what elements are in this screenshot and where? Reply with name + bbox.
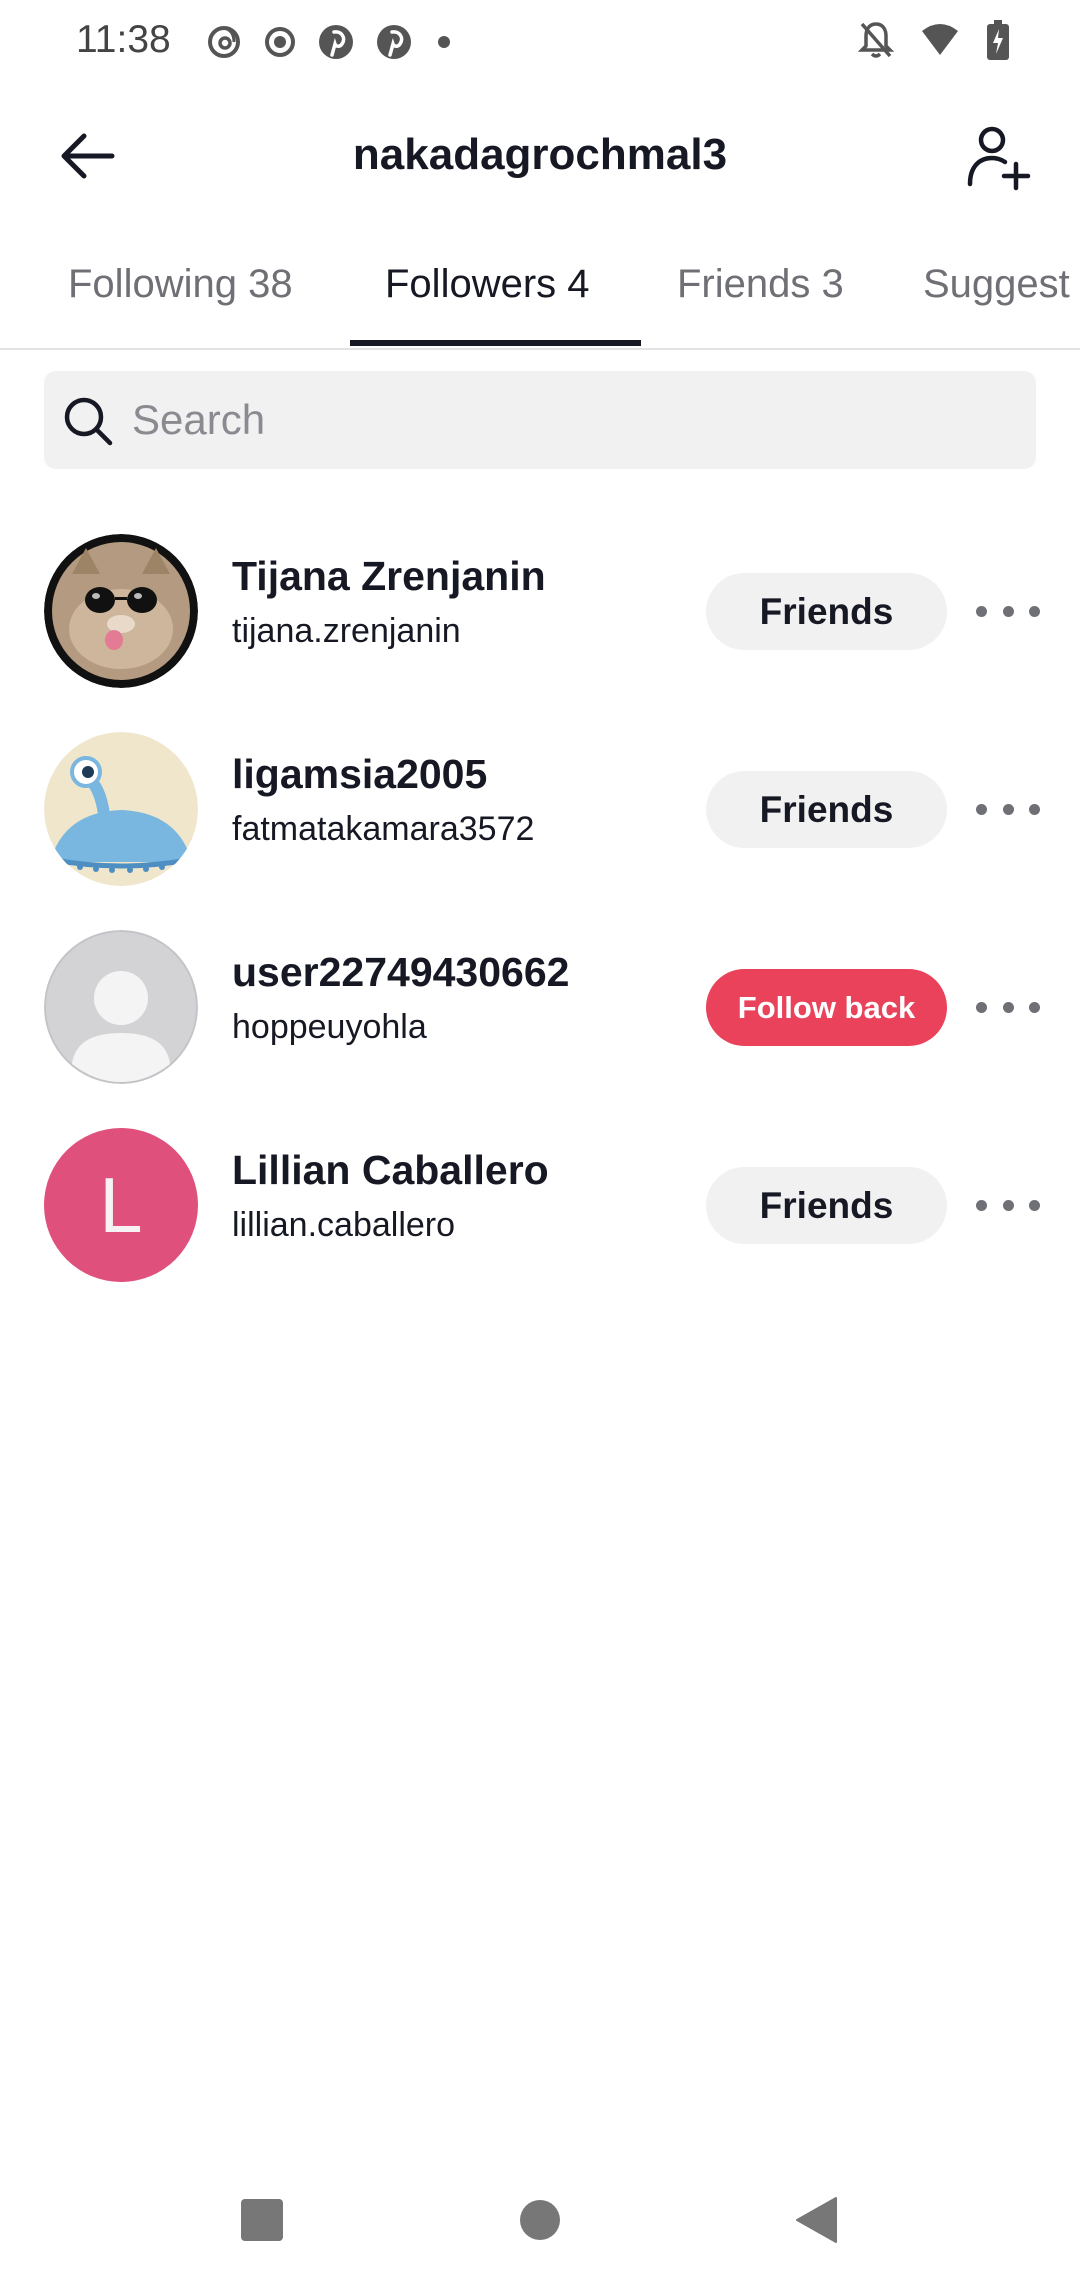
back-nav-button[interactable] [776,2180,856,2260]
tab-friends[interactable]: Friends 3 [677,262,844,348]
friends-button[interactable]: Friends [706,573,947,650]
avatar[interactable] [44,732,198,886]
search-icon [64,397,113,446]
friends-button[interactable]: Friends [706,771,947,848]
user-name: ligamsia2005 [232,751,488,797]
tab-following[interactable]: Following 38 [68,262,293,348]
list-item[interactable]: L Lillian Caballero lillian.caballero Fr… [0,1107,1080,1305]
home-button[interactable] [500,2180,580,2260]
dot-icon [432,30,456,54]
back-triangle-icon [796,2197,837,2243]
tab-bar: Following 38 Followers 4 Friends 3 Sugge… [0,240,1080,350]
search-bar[interactable] [44,371,1036,469]
avatar-letter: L [99,1160,143,1249]
threads-icon [204,22,244,62]
more-icon-dot [976,1001,987,1013]
screen: 11:38 nakadagrochmal3 Following 38 Follo… [0,0,1080,2280]
avatar[interactable] [44,534,198,688]
user-name: Lillian Caballero [232,1147,549,1193]
more-icon-dot [976,803,987,815]
header: nakadagrochmal3 [0,90,1080,220]
home-circle-icon [520,2200,560,2240]
more-options-button[interactable] [976,989,1040,1025]
record-icon [262,24,298,60]
add-friend-button[interactable] [960,118,1040,198]
friends-button[interactable]: Friends [706,1167,947,1244]
more-options-button[interactable] [976,1187,1040,1223]
more-icon-dot [976,605,987,617]
more-icon-dot [976,1199,987,1211]
recents-button[interactable] [222,2180,302,2260]
more-icon-dot [1002,605,1014,617]
avatar[interactable] [44,930,198,1084]
battery-charging-icon [986,20,1010,65]
more-icon-dot [1002,1001,1014,1013]
add-person-icon [967,126,1031,191]
status-icons-left [204,22,456,62]
search-input[interactable] [132,371,1012,469]
more-options-button[interactable] [976,593,1040,629]
status-time: 11:38 [76,18,171,61]
user-handle: tijana.zrenjanin [232,612,461,650]
more-icon-dot [1029,605,1040,617]
follow-back-button[interactable]: Follow back [706,969,947,1046]
status-icons-right [857,20,1010,65]
more-options-button[interactable] [976,791,1040,827]
user-name: user22749430662 [232,949,570,995]
user-name: Tijana Zrenjanin [232,553,546,599]
more-icon-dot [1002,803,1014,815]
avatar[interactable]: L [44,1128,198,1282]
more-icon-dot [1029,1199,1040,1211]
list-item[interactable]: user22749430662 hoppeuyohla Follow back [0,909,1080,1107]
user-handle: fatmatakamara3572 [232,810,535,848]
tab-followers[interactable]: Followers 4 [385,262,590,348]
user-handle: hoppeuyohla [232,1008,427,1046]
system-nav-bar [0,2160,1080,2280]
pinterest-icon [374,22,414,62]
pinterest-icon [316,22,356,62]
bell-off-icon [857,20,895,65]
list-item[interactable]: ligamsia2005 fatmatakamara3572 Friends [0,711,1080,909]
active-tab-indicator [350,340,641,346]
page-title: nakadagrochmal3 [352,130,728,179]
recents-square-icon [241,2199,283,2241]
more-icon-dot [1002,1199,1014,1211]
status-bar: 11:38 [0,0,1080,90]
list-item[interactable]: Tijana Zrenjanin tijana.zrenjanin Friend… [0,513,1080,711]
wifi-icon [920,23,960,62]
tab-suggested[interactable]: Suggest [923,262,1070,348]
user-handle: lillian.caballero [232,1206,456,1244]
more-icon-dot [1029,1001,1040,1013]
more-icon-dot [1029,803,1040,815]
